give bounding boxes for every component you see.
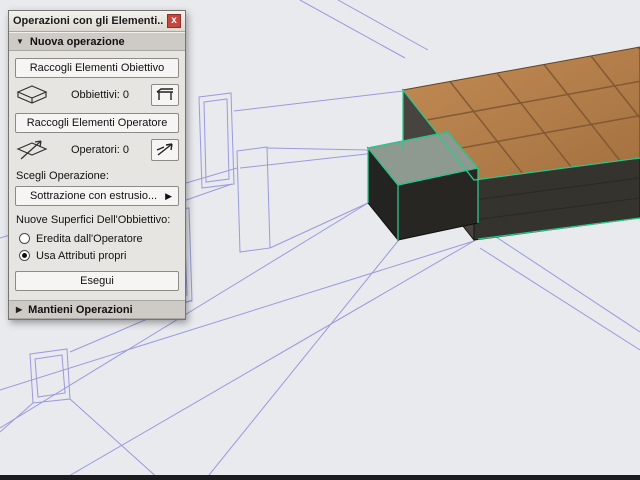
choose-operation-label: Scegli Operazione: [16,170,109,182]
operations-palette: Operazioni con gli Elementi... x ▼ Nuova… [8,10,186,320]
radio-label: Eredita dall'Operatore [36,232,143,245]
radio-own-attributes[interactable]: Usa Attributi propri [19,247,179,264]
collect-target-elements-button[interactable]: Raccogli Elementi Obiettivo [15,58,179,78]
targets-counter: Obbiettivi: 0 [70,89,130,101]
window-bottom-edge [0,475,640,480]
section-label: Mantieni Operazioni [28,303,133,316]
radio-button[interactable] [19,250,30,261]
operation-dropdown[interactable]: Sottrazione con estrusio... ▶ [15,186,179,206]
section-header-mantieni-operazioni[interactable]: ▶ Mantieni Operazioni [9,300,185,319]
chevron-down-icon: ▼ [16,37,24,46]
radio-label: Usa Attributi propri [36,249,127,262]
close-button[interactable]: x [167,14,181,28]
operator-elements-icon [15,138,49,162]
show-targets-button[interactable] [151,84,179,106]
arrow-plane-icon [156,143,173,156]
new-surfaces-label: Nuove Superfici Dell'Obbiettivo: [16,214,171,226]
radio-inherit-operator[interactable]: Eredita dall'Operatore [19,230,179,247]
dropdown-arrow-icon: ▶ [165,190,172,201]
section-header-nuova-operazione[interactable]: ▼ Nuova operazione [9,32,185,51]
show-operators-button[interactable] [151,139,179,161]
palette-body: Raccogli Elementi Obiettivo Obbiettivi: … [9,51,185,300]
palette-title: Operazioni con gli Elementi... [13,15,163,27]
application-window: Operazioni con gli Elementi... x ▼ Nuova… [0,0,640,480]
operators-row: Operatori: 0 [15,138,179,162]
section-label: Nuova operazione [29,35,125,48]
collect-operator-elements-button[interactable]: Raccogli Elementi Operatore [15,113,179,133]
operators-counter: Operatori: 0 [70,144,130,156]
chevron-right-icon: ▶ [16,305,23,314]
radio-button[interactable] [19,233,30,244]
targets-row: Obbiettivi: 0 [15,83,179,107]
palette-titlebar[interactable]: Operazioni con gli Elementi... x [9,11,185,32]
target-elements-icon [15,83,49,107]
operation-dropdown-value: Sottrazione con estrusio... [29,190,158,202]
execute-button[interactable]: Esegui [15,271,179,291]
bench-icon [156,88,173,100]
